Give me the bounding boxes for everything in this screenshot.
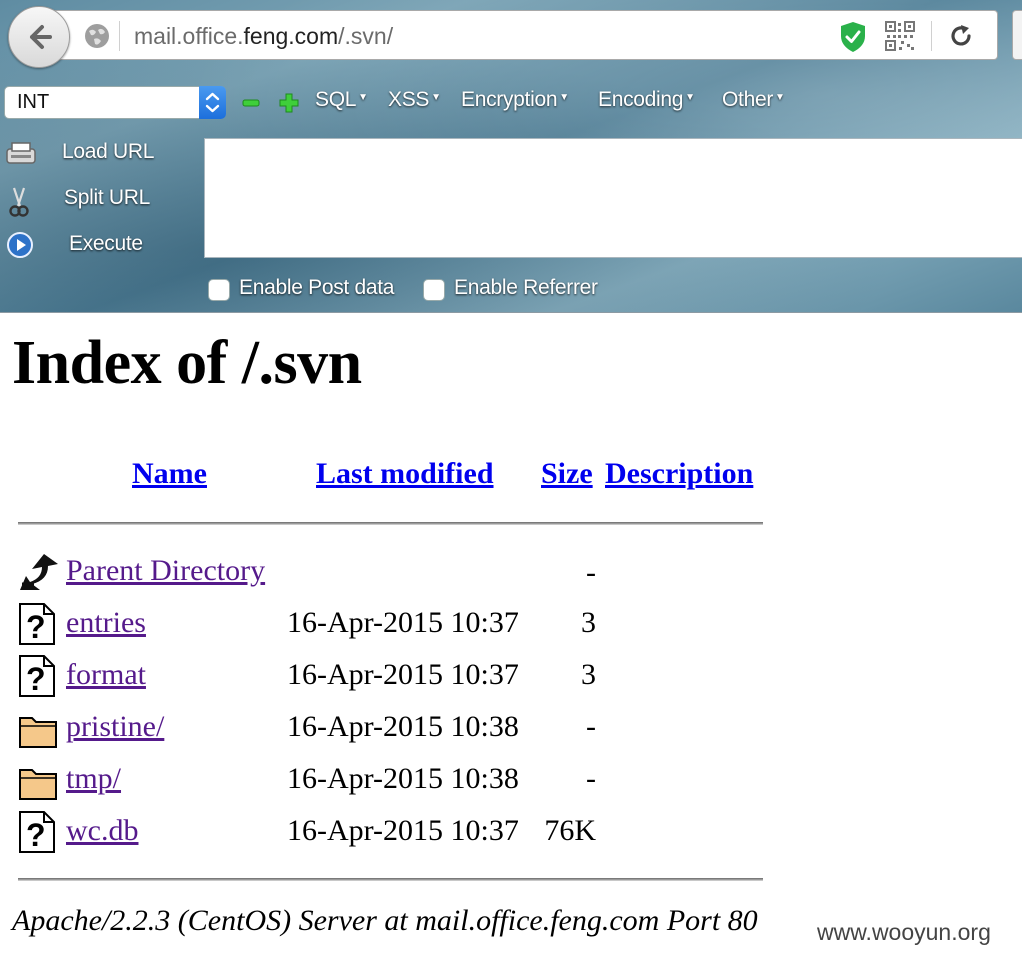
folder-icon: [19, 769, 57, 800]
address-bar[interactable]: mail.office.feng.com/.svn/: [50, 10, 998, 60]
url-host: feng.com: [243, 23, 339, 49]
caret-down-icon: ▼: [358, 92, 368, 103]
list-item-size: 3: [581, 606, 596, 639]
qr-code-icon[interactable]: [885, 21, 915, 51]
list-item-size: -: [586, 556, 596, 589]
list-item-date: 16-Apr-2015 10:37: [287, 658, 519, 691]
back-button[interactable]: [8, 6, 70, 68]
split-url-button[interactable]: Split URL: [64, 186, 150, 210]
url-text[interactable]: mail.office.feng.com/.svn/: [134, 21, 393, 51]
menu-encryption-label: Encryption: [461, 88, 558, 111]
list-item-link[interactable]: format: [66, 657, 146, 693]
sort-by-description-link[interactable]: Description: [605, 455, 753, 493]
header-divider: [18, 522, 763, 525]
list-item-date: 16-Apr-2015 10:38: [287, 710, 519, 743]
svg-text:?: ?: [26, 609, 46, 645]
folder-icon: [19, 717, 57, 748]
increase-icon[interactable]: [278, 92, 300, 114]
url-path: /.svn/: [338, 23, 394, 49]
server-signature: Apache/2.2.3 (CentOS) Server at mail.off…: [12, 904, 758, 937]
load-url-button[interactable]: Load URL: [62, 140, 154, 164]
menu-xss[interactable]: XSS ▼: [388, 88, 441, 112]
enable-post-label[interactable]: Enable Post data: [239, 276, 394, 300]
decrease-icon[interactable]: [240, 92, 262, 114]
back-arrow-icon: [30, 25, 52, 49]
list-item-link[interactable]: pristine/: [66, 709, 164, 745]
menu-sql-label: SQL: [315, 88, 357, 111]
list-item-size: -: [586, 762, 596, 795]
select-value: INT: [17, 91, 50, 113]
sort-by-name-link[interactable]: Name: [132, 455, 207, 493]
encoding-type-select[interactable]: INT: [4, 86, 226, 119]
list-item-link[interactable]: Parent Directory: [66, 553, 265, 589]
menu-xss-label: XSS: [388, 88, 430, 111]
address-divider: [119, 21, 120, 51]
unknown-file-icon: ?: [19, 655, 55, 697]
shield-check-icon[interactable]: [839, 21, 867, 53]
svg-text:?: ?: [26, 661, 46, 697]
execute-button[interactable]: Execute: [69, 232, 143, 256]
list-item-date: 16-Apr-2015 10:38: [287, 762, 519, 795]
globe-icon: [85, 24, 109, 48]
footer-divider: [18, 878, 763, 881]
browser-chrome: mail.office.feng.com/.svn/ INT SQL ▼ XSS…: [0, 0, 1022, 312]
caret-down-icon: ▼: [559, 92, 569, 103]
caret-down-icon: ▼: [431, 92, 441, 103]
list-item-size: -: [586, 710, 596, 743]
enable-post-checkbox[interactable]: [208, 279, 230, 301]
execute-play-icon[interactable]: [6, 231, 34, 259]
menu-other[interactable]: Other ▼: [722, 88, 785, 112]
list-item-date: 16-Apr-2015 10:37: [287, 606, 519, 639]
unknown-file-icon: ?: [19, 811, 55, 853]
caret-down-icon: ▼: [685, 92, 695, 103]
menu-encoding[interactable]: Encoding ▼: [598, 88, 695, 112]
reload-icon[interactable]: [948, 23, 974, 49]
list-item-size: 3: [581, 658, 596, 691]
url-prefix: mail.office.: [134, 23, 244, 49]
select-arrows-icon: [199, 86, 226, 119]
list-item-size: 76K: [544, 814, 596, 847]
enable-referrer-label[interactable]: Enable Referrer: [454, 276, 598, 300]
list-item-link[interactable]: entries: [66, 605, 146, 641]
address-divider-2: [931, 21, 932, 51]
toolbar-edge: [1012, 10, 1022, 60]
list-item-date: 16-Apr-2015 10:37: [287, 814, 519, 847]
list-item-link[interactable]: wc.db: [66, 813, 138, 849]
scissors-icon[interactable]: [8, 186, 30, 218]
back-icon: [20, 554, 58, 590]
menu-encryption[interactable]: Encryption ▼: [461, 88, 569, 112]
caret-down-icon: ▼: [775, 92, 785, 103]
sort-by-modified-link[interactable]: Last modified: [316, 455, 494, 493]
menu-sql[interactable]: SQL ▼: [315, 88, 368, 112]
watermark: www.wooyun.org: [817, 919, 991, 945]
menu-other-label: Other: [722, 88, 774, 111]
unknown-file-icon: ?: [19, 603, 55, 645]
list-item-link[interactable]: tmp/: [66, 761, 121, 797]
sort-by-size-link[interactable]: Size: [541, 455, 593, 493]
svg-text:?: ?: [26, 817, 46, 853]
menu-encoding-label: Encoding: [598, 88, 684, 111]
chrome-divider: [0, 312, 1022, 313]
enable-referrer-checkbox[interactable]: [423, 279, 445, 301]
load-url-icon[interactable]: [5, 141, 37, 167]
page-title: Index of /.svn: [12, 329, 362, 397]
hackbar-url-textarea[interactable]: [204, 138, 1022, 258]
